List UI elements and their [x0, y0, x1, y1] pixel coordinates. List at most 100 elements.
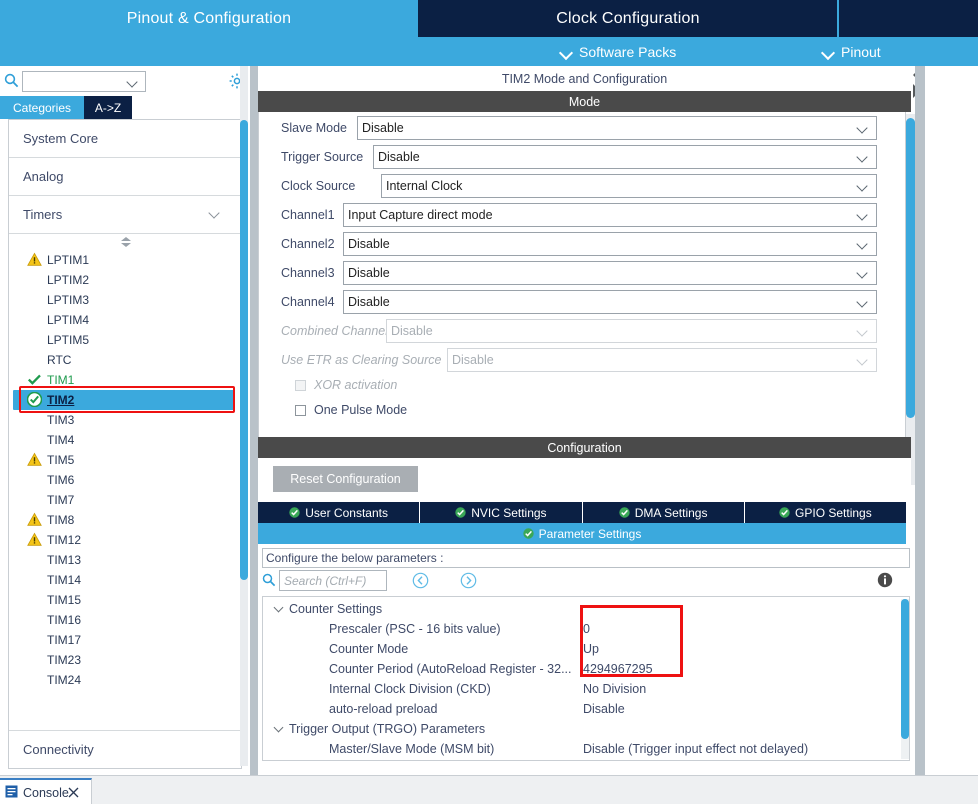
sidebar-item-tim17[interactable]: TIM17: [9, 630, 241, 650]
parameter-search-row: Search (Ctrl+F): [262, 570, 910, 594]
info-icon[interactable]: [877, 572, 893, 588]
chevron-down-icon[interactable]: [275, 605, 283, 613]
sidebar-item-tim12[interactable]: TIM12: [9, 530, 241, 550]
parameter-row[interactable]: Counter Period (AutoReload Register - 32…: [263, 659, 909, 679]
tab-parameter-settings[interactable]: Parameter Settings: [258, 523, 906, 544]
sidebar-item-label: LPTIM2: [47, 273, 90, 287]
chevron-down-icon: [822, 46, 834, 58]
sidebar-group-analog[interactable]: Analog: [9, 158, 241, 196]
sidebar-item-tim15[interactable]: TIM15: [9, 590, 241, 610]
sidebar-item-tim3[interactable]: TIM3: [9, 410, 241, 430]
sidebar-group-system-core[interactable]: System Core: [9, 120, 241, 158]
menu-software-packs[interactable]: Software Packs: [560, 37, 676, 66]
sidebar-item-tim7[interactable]: TIM7: [9, 490, 241, 510]
parameter-row[interactable]: auto-reload preload Disable: [263, 699, 909, 719]
parameter-name: Counter Mode: [329, 642, 409, 656]
parameter-value[interactable]: Up: [583, 639, 599, 659]
vertical-splitter[interactable]: [250, 66, 258, 775]
sidebar-item-lptim3[interactable]: LPTIM3: [9, 290, 241, 310]
mode-dropdown-value: Internal Clock: [386, 179, 463, 193]
checkbox[interactable]: [295, 405, 306, 416]
mode-dropdown[interactable]: Input Capture direct mode: [343, 203, 877, 227]
sidebar-item-label: LPTIM5: [47, 333, 90, 347]
chevron-down-icon[interactable]: [275, 725, 283, 733]
scroll-spinner-icon[interactable]: [9, 234, 241, 250]
sidebar-item-lptim2[interactable]: LPTIM2: [9, 270, 241, 290]
chevron-right-circle-icon[interactable]: [460, 572, 477, 589]
mode-dropdown[interactable]: Disable: [373, 145, 877, 169]
mode-scrollbar-thumb[interactable]: [906, 118, 915, 418]
sidebar-item-lptim5[interactable]: LPTIM5: [9, 330, 241, 350]
parameter-row[interactable]: Prescaler (PSC - 16 bits value) 0: [263, 619, 909, 639]
tab-nvic-settings[interactable]: NVIC Settings: [420, 502, 583, 523]
mode-dropdown[interactable]: Disable: [343, 290, 877, 314]
mode-section-header: Mode: [258, 91, 911, 112]
chevron-down-icon: [858, 153, 869, 164]
mode-label: Trigger Source: [281, 150, 364, 164]
sidebar-search-row: [0, 66, 250, 95]
parameter-scrollbar-thumb[interactable]: [901, 599, 909, 739]
parameter-group-row[interactable]: Trigger Output (TRGO) Parameters: [263, 719, 909, 739]
parameter-group-row[interactable]: Counter Settings: [263, 599, 909, 619]
close-icon[interactable]: [68, 787, 79, 798]
sidebar-item-tim13[interactable]: TIM13: [9, 550, 241, 570]
sidebar-item-rtc[interactable]: RTC: [9, 350, 241, 370]
mode-checkbox-row[interactable]: One Pulse Mode: [259, 401, 905, 426]
tab-label: Parameter Settings: [538, 526, 642, 541]
mode-dropdown[interactable]: Disable: [357, 116, 877, 140]
sidebar-item-tim4[interactable]: TIM4: [9, 430, 241, 450]
mode-row: Use ETR as Clearing Source Disable: [259, 347, 905, 376]
mode-dropdown[interactable]: Disable: [343, 232, 877, 256]
parameter-value[interactable]: Disable: [583, 699, 625, 719]
sidebar-group-timers[interactable]: Timers: [9, 196, 241, 234]
tab-categories[interactable]: Categories: [0, 96, 84, 119]
right-splitter[interactable]: [915, 66, 925, 775]
parameter-value[interactable]: 4294967295: [583, 659, 653, 679]
parameter-row[interactable]: Master/Slave Mode (MSM bit) Disable (Trig…: [263, 739, 909, 759]
sidebar-item-tim23[interactable]: TIM23: [9, 650, 241, 670]
parameter-value[interactable]: No Division: [583, 679, 646, 699]
parameter-value[interactable]: 0: [583, 619, 590, 639]
tab-user-constants[interactable]: User Constants: [258, 502, 421, 523]
tab-clock-configuration[interactable]: Clock Configuration: [418, 0, 838, 37]
tab-pinout-configuration[interactable]: Pinout & Configuration: [0, 0, 418, 37]
sidebar-item-tim6[interactable]: TIM6: [9, 470, 241, 490]
chevron-down-icon: [560, 46, 572, 58]
tab-dma-settings[interactable]: DMA Settings: [582, 502, 745, 523]
sidebar-group-connectivity[interactable]: Connectivity: [9, 730, 241, 768]
sidebar-item-tim16[interactable]: TIM16: [9, 610, 241, 630]
sidebar-item-tim2[interactable]: TIM2: [13, 386, 235, 413]
parameter-search-input[interactable]: Search (Ctrl+F): [279, 570, 387, 591]
sidebar-item-tim24[interactable]: TIM24: [9, 670, 241, 690]
parameter-row[interactable]: Counter Mode Up: [263, 639, 909, 659]
sidebar-item-lptim1[interactable]: LPTIM1: [9, 250, 241, 270]
mode-dropdown[interactable]: Internal Clock: [381, 174, 877, 198]
peripheral-sidebar: Categories A->Z System Core Analog Timer…: [0, 66, 250, 775]
sidebar-scrollbar-thumb[interactable]: [240, 120, 248, 580]
tab-a-to-z[interactable]: A->Z: [84, 96, 132, 119]
check-icon: [27, 372, 42, 387]
menu-software-packs-label: Software Packs: [579, 43, 677, 60]
sidebar-item-label: TIM13: [47, 553, 82, 567]
menu-pinout[interactable]: Pinout: [822, 37, 881, 66]
search-input[interactable]: [22, 71, 146, 92]
tab-pinout-configuration-label: Pinout & Configuration: [126, 9, 292, 27]
tab-gpio-settings[interactable]: GPIO Settings: [744, 502, 906, 523]
parameter-value[interactable]: Disable (Trigger input effect not delaye…: [583, 739, 808, 759]
reset-configuration-button[interactable]: Reset Configuration: [273, 466, 418, 492]
mode-row: Channel3 Disable: [259, 260, 905, 289]
sidebar-item-tim1[interactable]: TIM1: [9, 370, 241, 390]
sidebar-item-lptim4[interactable]: LPTIM4: [9, 310, 241, 330]
check-circle-icon: [26, 391, 43, 408]
tab-label: NVIC Settings: [471, 505, 547, 520]
sidebar-item-tim14[interactable]: TIM14: [9, 570, 241, 590]
mode-dropdown[interactable]: Disable: [343, 261, 877, 285]
sidebar-item-tim5[interactable]: TIM5: [9, 450, 241, 470]
console-tab[interactable]: Console: [0, 778, 92, 804]
configure-hint-label: Configure the below parameters :: [266, 551, 444, 565]
tab-extra[interactable]: [839, 0, 978, 37]
parameter-row[interactable]: Internal Clock Division (CKD) No Division: [263, 679, 909, 699]
sidebar-item-tim8[interactable]: TIM8: [9, 510, 241, 530]
chevron-down-icon: [858, 211, 869, 222]
chevron-left-circle-icon[interactable]: [412, 572, 429, 589]
